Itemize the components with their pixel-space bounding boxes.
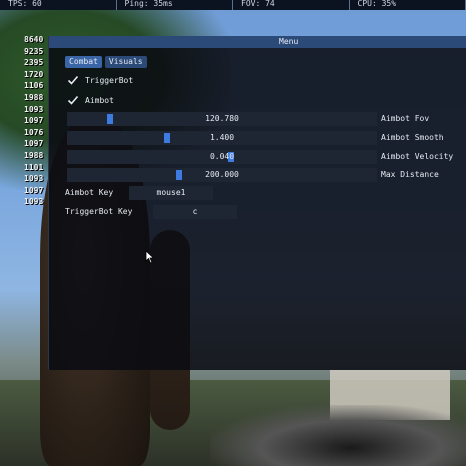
status-cell: Ping: 35ms xyxy=(117,0,233,10)
keybind-label: TriggerBot Key xyxy=(65,207,133,216)
checkbox-label: Aimbot xyxy=(85,95,114,105)
status-cell: FOV: 74 xyxy=(233,0,350,10)
slider-label: Aimbot Fov xyxy=(381,114,430,123)
menu-title: Menu xyxy=(279,37,299,46)
slider-label: Max Distance xyxy=(381,170,439,179)
triggerbot-checkbox[interactable]: TriggerBot xyxy=(67,73,133,87)
menu-tabs: Combat Visuals xyxy=(65,56,147,68)
top-status-bar: TPS: 60 Ping: 35ms FOV: 74 CPU: 35% xyxy=(0,0,466,10)
mouse-cursor-icon xyxy=(145,250,155,264)
cheat-menu-window[interactable]: Menu Combat Visuals TriggerBot Aimbot 12… xyxy=(48,36,466,370)
tab-visuals[interactable]: Visuals xyxy=(104,56,147,68)
status-cell: CPU: 35% xyxy=(350,0,466,10)
aimbot-checkbox[interactable]: Aimbot xyxy=(67,93,114,107)
slider-value: 200.000 xyxy=(205,170,239,179)
slider-value: 1.400 xyxy=(209,133,235,142)
triggerbot-key-input[interactable]: c xyxy=(153,205,237,219)
aimbot-fov-slider[interactable]: 120.780 Aimbot Fov xyxy=(67,112,466,126)
menu-titlebar[interactable]: Menu xyxy=(49,36,466,48)
max-distance-slider[interactable]: 200.000 Max Distance xyxy=(67,168,466,182)
slider-label: Aimbot Smooth xyxy=(381,133,444,142)
tab-combat[interactable]: Combat xyxy=(65,56,102,68)
slider-value: 120.780 xyxy=(205,114,239,123)
checkmark-icon xyxy=(67,75,79,85)
checkmark-icon xyxy=(67,95,79,105)
checkbox-label: TriggerBot xyxy=(85,75,134,85)
aimbot-velocity-slider[interactable]: 0.040 Aimbot Velocity xyxy=(67,150,466,164)
aimbot-key-input[interactable]: mouse1 xyxy=(129,186,213,200)
aimbot-smooth-slider[interactable]: 1.400 Aimbot Smooth xyxy=(67,131,466,145)
foreground-object xyxy=(210,405,466,466)
slider-label: Aimbot Velocity xyxy=(381,152,454,161)
keybind-label: Aimbot Key xyxy=(65,188,114,197)
status-cell: TPS: 60 xyxy=(0,0,117,10)
slider-value: 0.040 xyxy=(209,152,235,161)
